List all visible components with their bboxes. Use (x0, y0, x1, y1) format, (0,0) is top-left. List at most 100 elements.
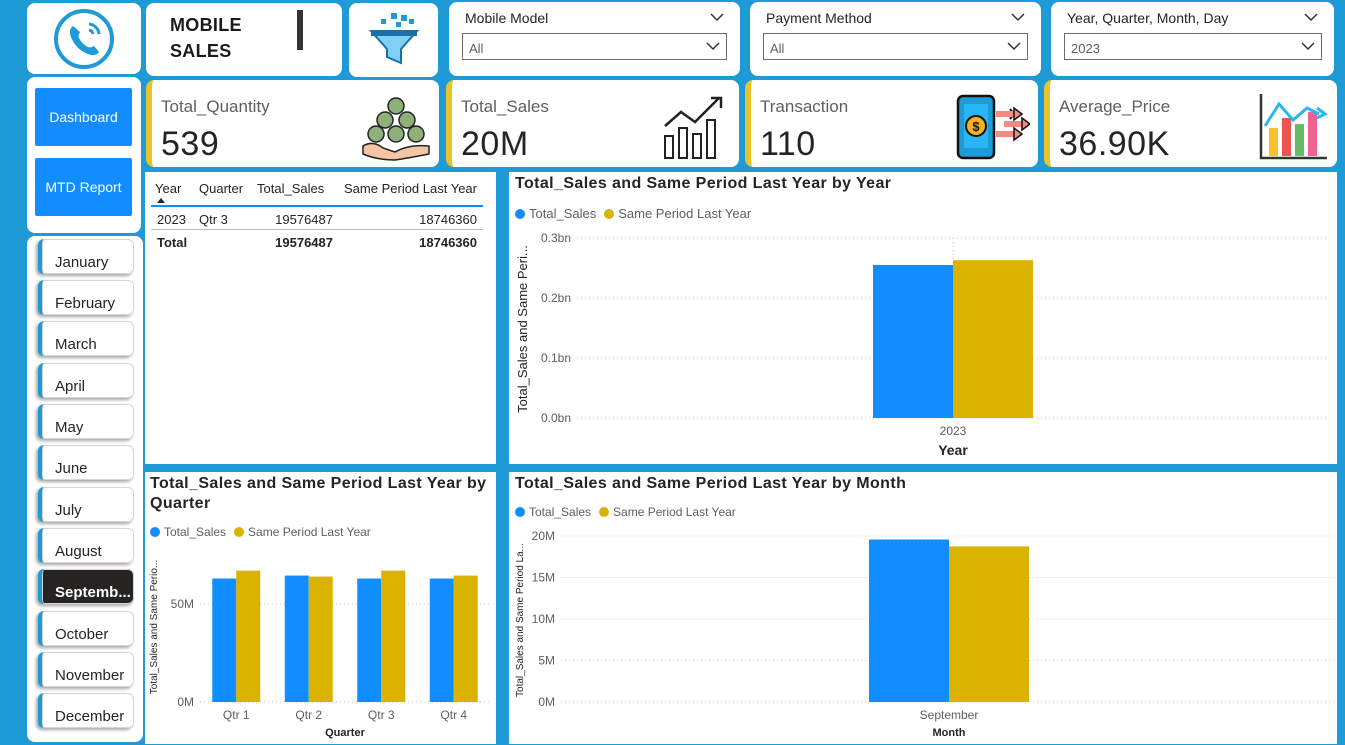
sort-ascending-icon (157, 198, 165, 203)
chevron-down-icon (1007, 42, 1021, 51)
col-header-same-period[interactable]: Same Period Last Year (344, 181, 477, 196)
dropdown-value: All (469, 41, 484, 56)
kpi-card-transaction: Transaction 110 $ (745, 80, 1038, 167)
filter-button[interactable] (349, 3, 438, 77)
title-line-2: SALES (170, 41, 232, 61)
legend-label-same-period[interactable]: Same Period Last Year (618, 206, 751, 221)
kpi-card-total-sales: Total_Sales 20M (446, 80, 739, 167)
bar-chart-year: 0.0bn 0.1bn 0.2bn 0.3bn 2023 Year Total_Sales … (515, 231, 1329, 458)
y-tick-label: 15M (532, 571, 555, 585)
month-button-july[interactable]: July (38, 487, 134, 522)
x-category-label: Qtr 3 (368, 708, 395, 722)
chevron-down-icon[interactable] (1011, 12, 1025, 22)
chevron-down-icon[interactable] (710, 12, 724, 22)
cell-total-sales: 19576487 (275, 212, 333, 227)
kpi-value: 36.90K (1059, 125, 1170, 163)
month-button-june[interactable]: June (38, 445, 134, 480)
bar-total-sales-september[interactable] (869, 539, 949, 702)
bar-total-sales-qtr-4[interactable] (429, 578, 454, 702)
bar-same-period-september[interactable] (949, 546, 1029, 702)
x-axis-label: Quarter (325, 727, 365, 739)
kpi-card-average-price: Average_Price 36.90K (1044, 80, 1337, 167)
col-header-quarter[interactable]: Quarter (199, 181, 243, 196)
y-tick-label: 0.2bn (541, 291, 571, 305)
bar-total-sales-qtr-3[interactable] (357, 578, 382, 702)
page-title: MOBILE SALES (170, 12, 242, 64)
x-axis-label: Month (933, 727, 966, 739)
month-button-november[interactable]: November (38, 652, 134, 687)
y-axis-label: Total_Sales and Same Peri... (515, 245, 530, 413)
slicer-label: Year, Quarter, Month, Day (1067, 10, 1229, 26)
chart-title-year: Total_Sales and Same Period Last Year by… (515, 175, 892, 192)
chevron-down-icon[interactable] (1304, 12, 1318, 22)
legend-label-total-sales[interactable]: Total_Sales (529, 505, 591, 519)
chevron-down-icon (706, 42, 720, 51)
x-category-label: Qtr 1 (223, 708, 250, 722)
chevron-down-icon (1301, 42, 1315, 51)
growth-bar-chart-icon (664, 96, 723, 159)
month-button-september[interactable]: Septemb... (38, 569, 134, 604)
legend-label-total-sales[interactable]: Total_Sales (529, 206, 596, 221)
slicer-label: Mobile Model (465, 10, 549, 26)
date-dropdown[interactable]: 2023 (1064, 33, 1322, 60)
bar-total-sales-2023[interactable] (873, 265, 953, 418)
dashboard-button[interactable]: Dashboard (35, 88, 132, 146)
x-category-label: September (920, 708, 979, 722)
kpi-value: 110 (760, 125, 816, 163)
legend-dot-same-period (599, 507, 610, 517)
legend-label-total-sales[interactable]: Total_Sales (164, 525, 226, 539)
kpi-label: Total_Quantity (161, 97, 270, 116)
month-button-october[interactable]: October (38, 611, 134, 646)
chart-legend-year: Total_Sales Same Period Last Year (515, 206, 751, 221)
cell-year: 2023 (157, 212, 186, 227)
col-header-total-sales[interactable]: Total_Sales (257, 181, 324, 196)
bar-same-period-qtr-2[interactable] (308, 576, 333, 702)
phone-call-icon (54, 8, 114, 69)
month-button-may[interactable]: May (38, 404, 134, 439)
legend-label-same-period[interactable]: Same Period Last Year (613, 505, 736, 519)
dropdown-value: All (770, 41, 785, 56)
y-tick-label: 0.0bn (541, 411, 571, 425)
month-button-december[interactable]: December (38, 693, 134, 728)
mobile-model-dropdown[interactable]: All (462, 33, 727, 60)
kpi-label: Average_Price (1059, 97, 1171, 116)
colored-bar-chart-icon (1259, 94, 1328, 160)
col-header-year[interactable]: Year (155, 181, 181, 196)
table-row[interactable]: 2023 Qtr 3 19576487 18746360 (151, 207, 483, 229)
cell-total-same-period: 18746360 (419, 235, 477, 250)
month-button-march[interactable]: March (38, 321, 134, 356)
money-bags-hands-icon (362, 97, 430, 161)
table-total-row: Total 19576487 18746360 (151, 229, 483, 251)
bar-same-period-qtr-1[interactable] (236, 570, 261, 702)
title-divider (297, 10, 303, 50)
svg-text:$: $ (972, 119, 980, 134)
kpi-value: 539 (161, 125, 220, 163)
chart-legend-quarter: Total_Sales Same Period Last Year (150, 525, 371, 539)
x-axis-label: Year (938, 442, 968, 458)
y-axis-label: Total_Sales and Same Perio... (149, 560, 160, 695)
bar-same-period-qtr-4[interactable] (453, 575, 478, 702)
bar-total-sales-qtr-2[interactable] (284, 575, 309, 702)
kpi-label: Transaction (760, 97, 849, 116)
title-line-1: MOBILE (170, 15, 242, 35)
month-button-august[interactable]: August (38, 528, 134, 563)
slicer-mobile-model: Mobile Model All (449, 2, 740, 76)
cell-total-sales: 19576487 (275, 235, 333, 250)
kpi-label: Total_Sales (461, 97, 549, 116)
month-button-april[interactable]: April (38, 363, 134, 398)
month-button-january[interactable]: January (38, 239, 134, 274)
chart-title-quarter: Total_Sales and Same Period Last Year by… (150, 474, 486, 514)
bar-total-sales-qtr-1[interactable] (212, 578, 237, 702)
legend-dot-total-sales (515, 208, 525, 219)
legend-label-same-period[interactable]: Same Period Last Year (248, 525, 371, 539)
bar-same-period-2023[interactable] (953, 260, 1033, 418)
y-tick-label: 0M (177, 695, 194, 709)
payment-method-dropdown[interactable]: All (763, 33, 1028, 60)
mtd-report-button[interactable]: MTD Report (35, 158, 132, 216)
y-tick-label: 20M (532, 529, 555, 543)
month-button-february[interactable]: February (38, 280, 134, 315)
y-tick-label: 5M (538, 654, 555, 668)
kpi-value: 20M (461, 125, 529, 163)
bar-same-period-qtr-3[interactable] (381, 570, 406, 702)
slicer-label: Payment Method (766, 10, 872, 26)
